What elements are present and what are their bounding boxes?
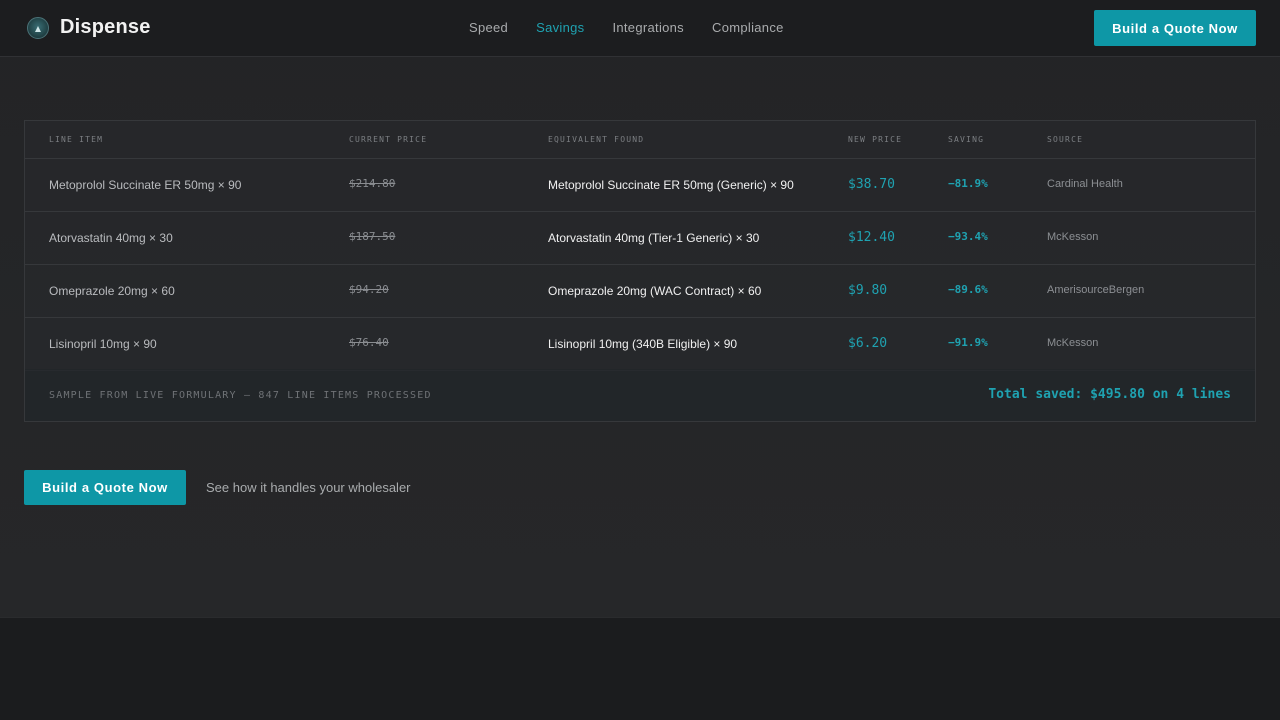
table-row: Metoprolol Succinate ER 50mg × 90 $214.8… <box>25 159 1255 212</box>
table-footer: SAMPLE FROM LIVE FORMULARY — 847 LINE IT… <box>25 369 1255 421</box>
current-price: $94.20 <box>349 283 389 296</box>
savings-table: LINE ITEM CURRENT PRICE EQUIVALENT FOUND… <box>24 120 1256 422</box>
current-price: $76.40 <box>349 336 389 349</box>
nav-link-compliance[interactable]: Compliance <box>712 20 784 35</box>
nav-link-savings[interactable]: Savings <box>536 20 584 35</box>
equivalent-found: Lisinopril 10mg (340B Eligible) × 90 <box>548 337 738 351</box>
main-nav: Speed Savings Integrations Compliance <box>469 20 812 35</box>
column-header-equivalent-found: EQUIVALENT FOUND <box>548 135 645 144</box>
current-price: $214.80 <box>349 177 396 190</box>
wholesaler-demo-link[interactable]: See how it handles your wholesaler <box>206 480 411 495</box>
top-navigation-bar: Dispense Speed Savings Integrations Comp… <box>0 0 1280 57</box>
table-header-row: LINE ITEM CURRENT PRICE EQUIVALENT FOUND… <box>25 121 1255 159</box>
current-price: $187.50 <box>349 230 396 243</box>
column-header-saving: SAVING <box>948 135 985 144</box>
saving-percent: −81.9% <box>948 177 988 190</box>
line-item-name: Omeprazole 20mg × 60 <box>49 284 175 298</box>
table-row: Lisinopril 10mg × 90 $76.40 Lisinopril 1… <box>25 318 1255 371</box>
column-header-source: SOURCE <box>1047 135 1084 144</box>
source-wholesaler: AmerisourceBergen <box>1047 284 1145 296</box>
column-header-current-price: CURRENT PRICE <box>349 135 428 144</box>
source-wholesaler: McKesson <box>1047 337 1099 349</box>
column-header-new-price: NEW PRICE <box>848 135 903 144</box>
table-row: Atorvastatin 40mg × 30 $187.50 Atorvasta… <box>25 212 1255 265</box>
saving-percent: −93.4% <box>948 230 988 243</box>
new-price: $6.20 <box>848 336 888 351</box>
saving-percent: −91.9% <box>948 336 988 349</box>
table-row: Omeprazole 20mg × 60 $94.20 Omeprazole 2… <box>25 265 1255 318</box>
new-price: $38.70 <box>848 177 895 192</box>
saving-percent: −89.6% <box>948 283 988 296</box>
brand[interactable]: Dispense <box>27 16 151 39</box>
new-price: $12.40 <box>848 230 895 245</box>
line-item-name: Atorvastatin 40mg × 30 <box>49 231 173 245</box>
total-saved: Total saved: $495.80 on 4 lines <box>988 387 1231 402</box>
column-header-line-item: LINE ITEM <box>49 135 104 144</box>
equivalent-found: Metoprolol Succinate ER 50mg (Generic) ×… <box>548 178 794 192</box>
source-wholesaler: McKesson <box>1047 231 1099 243</box>
source-wholesaler: Cardinal Health <box>1047 178 1123 190</box>
nav-link-integrations[interactable]: Integrations <box>612 20 684 35</box>
equivalent-found: Omeprazole 20mg (WAC Contract) × 60 <box>548 284 762 298</box>
line-item-name: Metoprolol Succinate ER 50mg × 90 <box>49 178 242 192</box>
line-item-name: Lisinopril 10mg × 90 <box>49 337 157 351</box>
nav-link-speed[interactable]: Speed <box>469 20 508 35</box>
equivalent-found: Atorvastatin 40mg (Tier-1 Generic) × 30 <box>548 231 760 245</box>
dispense-logo-icon <box>27 16 49 39</box>
header-build-quote-button[interactable]: Build a Quote Now <box>1094 10 1256 46</box>
build-quote-button[interactable]: Build a Quote Now <box>24 470 186 505</box>
brand-name: Dispense <box>60 16 151 38</box>
new-price: $9.80 <box>848 283 888 298</box>
sample-note: SAMPLE FROM LIVE FORMULARY — 847 LINE IT… <box>49 390 432 401</box>
